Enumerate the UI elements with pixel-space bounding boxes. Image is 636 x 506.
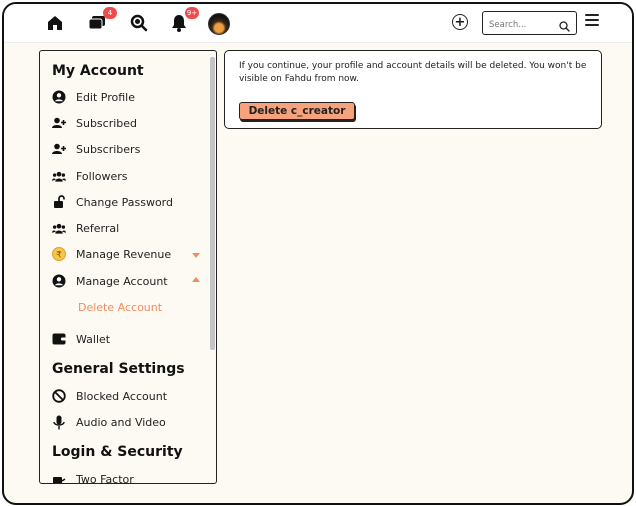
sidebar-item-label: Followers [76, 169, 128, 183]
sidebar-item-referral[interactable]: Referral [52, 219, 119, 237]
sidebar-item-label: Manage Account [76, 274, 168, 288]
sidebar-item-label: Referral [76, 221, 120, 235]
sidebar-item-label: Wallet [76, 332, 111, 346]
delete-account-button[interactable]: Delete c_creator [239, 102, 355, 120]
microphone-icon [52, 415, 66, 429]
search-box[interactable] [482, 11, 577, 35]
hamburger-menu-icon[interactable] [585, 14, 599, 26]
users-group-icon [52, 169, 66, 183]
sidebar-item-label: Subscribers [76, 142, 141, 156]
top-navbar: 4 9+ + [4, 4, 632, 43]
sidebar-item-manage-account[interactable]: Manage Account [52, 272, 168, 290]
sidebar-item-followers[interactable]: Followers [52, 167, 128, 185]
notifications-bell-icon[interactable]: 9+ [168, 7, 199, 34]
sidebar-item-subscribed[interactable]: Subscribed [52, 114, 137, 132]
search-icon[interactable] [559, 17, 570, 36]
delete-account-panel: If you continue, your profile and accoun… [224, 50, 602, 129]
user-circle-icon [52, 274, 66, 288]
section-title-login-security: Login & Security [52, 444, 183, 460]
blocked-icon [52, 389, 66, 403]
user-plus-icon [52, 142, 66, 156]
section-title-my-account: My Account [52, 63, 144, 79]
sidebar-item-two-factor[interactable]: Two Factor [52, 470, 134, 484]
sidebar-item-label: Two Factor [76, 472, 134, 484]
chevron-down-icon[interactable] [192, 253, 200, 258]
app-window: 4 9+ + My Account Edit Profile Subscribe… [2, 2, 634, 505]
sidebar-item-label: Manage Revenue [76, 247, 172, 261]
sidebar-item-label: Blocked Account [76, 389, 168, 403]
sidebar-item-manage-revenue[interactable]: ₹ Manage Revenue [52, 245, 171, 263]
sidebar-item-wallet[interactable]: Wallet [52, 330, 110, 348]
wallet-icon [52, 332, 66, 346]
two-factor-icon [52, 472, 66, 483]
unlock-icon [52, 195, 66, 209]
sidebar-item-label: Change Password [76, 195, 173, 209]
user-circle-icon [52, 90, 66, 104]
delete-warning-text: If you continue, your profile and accoun… [239, 61, 587, 84]
settings-sidebar: My Account Edit Profile Subscribed Subsc… [39, 50, 217, 484]
section-title-general-settings: General Settings [52, 361, 185, 377]
explore-search-icon[interactable] [128, 12, 150, 34]
sidebar-item-blocked-account[interactable]: Blocked Account [52, 387, 167, 405]
chevron-up-icon[interactable] [192, 277, 200, 282]
sidebar-subitem-delete-account[interactable]: Delete Account [78, 301, 162, 314]
messages-badge: 4 [103, 7, 117, 19]
sidebar-item-audio-video[interactable]: Audio and Video [52, 413, 166, 431]
create-post-plus-icon[interactable]: + [452, 14, 468, 30]
rupee-coin-icon: ₹ [52, 247, 66, 261]
sidebar-item-label: Subscribed [76, 116, 138, 130]
search-input[interactable] [483, 15, 555, 35]
sidebar-item-change-password[interactable]: Change Password [52, 193, 173, 211]
users-group-icon [52, 221, 66, 235]
home-icon[interactable] [44, 12, 66, 34]
sidebar-item-subscribers[interactable]: Subscribers [52, 140, 140, 158]
user-plus-icon [52, 116, 66, 130]
notifications-badge: 9+ [185, 7, 199, 19]
sidebar-item-label: Edit Profile [76, 90, 136, 104]
messages-icon[interactable]: 4 [86, 7, 117, 34]
sidebar-item-edit-profile[interactable]: Edit Profile [52, 88, 135, 106]
sidebar-item-label: Audio and Video [76, 415, 166, 429]
avatar[interactable] [208, 13, 230, 35]
sidebar-scrollbar[interactable] [210, 57, 215, 350]
svg-text:₹: ₹ [56, 251, 62, 261]
